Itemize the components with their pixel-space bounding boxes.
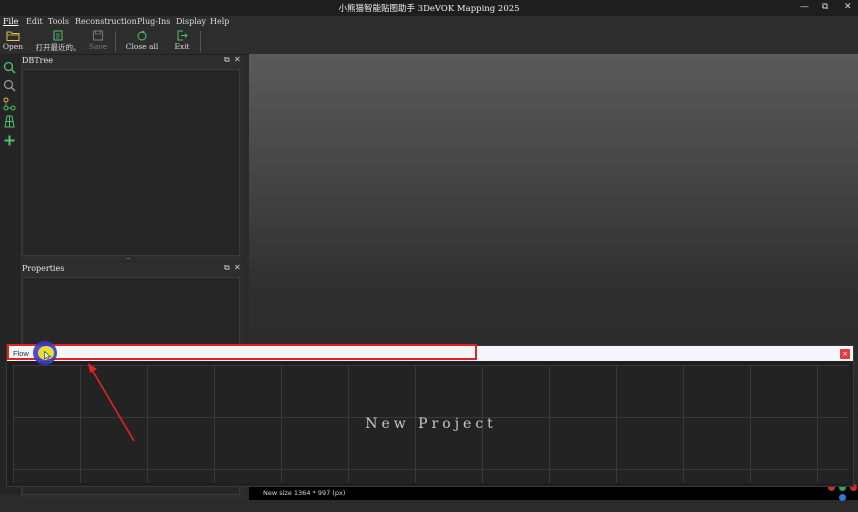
open-recent-label: 打开最近的。 <box>35 43 81 52</box>
open-recent-button[interactable]: 打开最近的。 <box>34 28 82 54</box>
menu-edit[interactable]: Edit <box>26 17 43 26</box>
dbtree-title-bar: DBTree ⧉ ✕ <box>20 55 242 67</box>
open-label: Open <box>2 42 24 51</box>
dbtree-title: DBTree <box>22 56 53 65</box>
status-indicator-icon <box>839 494 846 501</box>
close-all-label: Close all <box>125 42 159 51</box>
mesh-grid-icon[interactable] <box>3 115 16 128</box>
node-graph-icon[interactable] <box>3 97 16 111</box>
restore-button[interactable]: ⧉ <box>822 2 828 12</box>
dbtree-tree-area[interactable] <box>22 69 240 256</box>
menu-bar: File Edit Tools Reconstruction Plug-Ins … <box>0 16 858 28</box>
toolbar-separator <box>200 31 201 52</box>
menu-reconstruction[interactable]: Reconstruction <box>75 17 137 26</box>
toolbar: Open 打开最近的。 Save Close all Exit <box>0 28 858 55</box>
toolbar-separator <box>115 31 116 52</box>
properties-float-button[interactable]: ⧉ <box>224 263 230 273</box>
dbtree-float-button[interactable]: ⧉ <box>224 55 230 65</box>
annotation-arrow <box>88 363 135 442</box>
annotation-highlight-box <box>7 344 477 360</box>
document-list-icon <box>53 30 63 41</box>
flow-canvas[interactable]: New Project <box>13 365 849 483</box>
menu-tools[interactable]: Tools <box>48 17 69 26</box>
status-text: New size 1364 * 997 (px) <box>263 489 346 497</box>
exit-button[interactable]: Exit <box>170 28 194 54</box>
add-icon[interactable] <box>3 134 16 147</box>
save-label: Save <box>88 42 108 51</box>
close-all-button[interactable]: Close all <box>121 28 163 54</box>
properties-title: Properties <box>22 264 65 273</box>
panel-splitter-handle[interactable]: … <box>126 253 130 261</box>
window-title: 小熊猫智能贴图助手 3DeVOK Mapping 2025 <box>338 4 520 14</box>
open-button[interactable]: Open <box>2 28 24 54</box>
properties-close-button[interactable]: ✕ <box>234 263 241 272</box>
save-icon <box>93 30 103 41</box>
title-bar: 小熊猫智能贴图助手 3DeVOK Mapping 2025 — ⧉ ✕ <box>0 0 858 16</box>
folder-open-icon <box>6 31 20 41</box>
dbtree-panel: DBTree ⧉ ✕ … <box>20 55 242 261</box>
save-button[interactable]: Save <box>88 28 108 54</box>
minimize-button[interactable]: — <box>800 2 809 12</box>
status-bar: New size 1364 * 997 (px) <box>249 486 858 500</box>
zoom-icon[interactable] <box>3 79 16 92</box>
exit-label: Exit <box>174 42 190 51</box>
search-icon[interactable] <box>3 61 16 74</box>
menu-help[interactable]: Help <box>210 17 229 26</box>
refresh-close-icon <box>137 30 147 41</box>
menu-display[interactable]: Display <box>176 17 206 26</box>
dbtree-close-button[interactable]: ✕ <box>234 55 241 64</box>
properties-title-bar: Properties ⧉ ✕ <box>20 263 242 275</box>
flow-canvas-placeholder: New Project <box>365 416 497 432</box>
menu-file[interactable]: File <box>3 17 18 26</box>
mouse-pointer-icon <box>44 351 52 361</box>
menu-plugins[interactable]: Plug-Ins <box>137 17 170 26</box>
flow-close-button[interactable]: × <box>840 349 850 359</box>
exit-icon <box>177 30 188 41</box>
close-window-button[interactable]: ✕ <box>844 2 852 12</box>
